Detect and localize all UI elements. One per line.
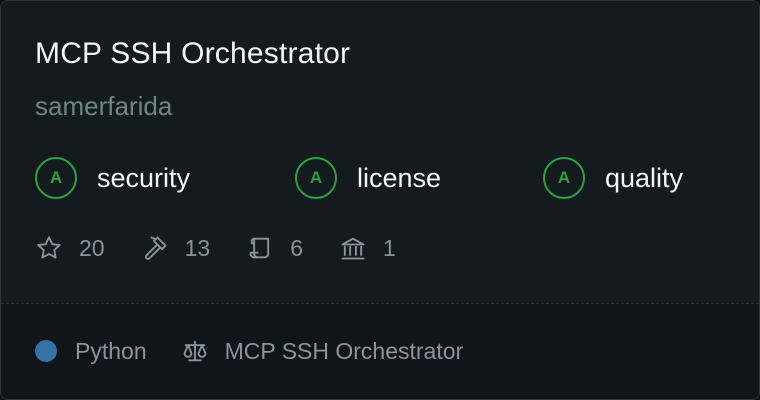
scroll-icon bbox=[249, 237, 270, 259]
stars-count: 20 bbox=[79, 234, 105, 261]
grade-label-license: license bbox=[357, 163, 442, 193]
grade-label-quality: quality bbox=[605, 163, 684, 193]
institutions-count: 1 bbox=[382, 234, 396, 261]
grade-badge-security: A bbox=[35, 157, 77, 199]
grade-security: A security bbox=[35, 155, 190, 201]
stats-row: 20 13 6 1 bbox=[35, 229, 432, 267]
card-title[interactable]: MCP SSH Orchestrator bbox=[35, 35, 350, 73]
grade-label-security: security bbox=[97, 163, 191, 193]
server-card[interactable]: MCP SSH Orchestrator samerfarida A secur… bbox=[0, 0, 760, 400]
grade-license: A license bbox=[295, 155, 441, 201]
grade-quality: A quality bbox=[543, 155, 683, 201]
card-divider bbox=[1, 303, 759, 304]
star-icon bbox=[37, 236, 61, 259]
scrolls-stat: 6 bbox=[246, 234, 303, 262]
stars-stat: 20 bbox=[35, 234, 105, 262]
bank-icon bbox=[341, 237, 365, 260]
tools-stat: 13 bbox=[141, 234, 211, 262]
institutions-stat: 1 bbox=[339, 234, 396, 262]
grade-badge-license: A bbox=[295, 157, 337, 199]
card-owner[interactable]: samerfarida bbox=[35, 89, 172, 123]
license-info: MCP SSH Orchestrator bbox=[181, 337, 464, 365]
hammer-icon bbox=[144, 236, 167, 260]
tools-count: 13 bbox=[184, 234, 211, 261]
grade-badge-quality: A bbox=[543, 157, 585, 199]
card-footer: Python MCP SSH Orchestrator bbox=[35, 331, 463, 371]
license-label: MCP SSH Orchestrator bbox=[224, 337, 464, 364]
language-label: Python bbox=[75, 337, 147, 364]
language-color-dot bbox=[35, 340, 57, 362]
scrolls-count: 6 bbox=[290, 234, 303, 261]
scale-icon bbox=[183, 340, 207, 362]
